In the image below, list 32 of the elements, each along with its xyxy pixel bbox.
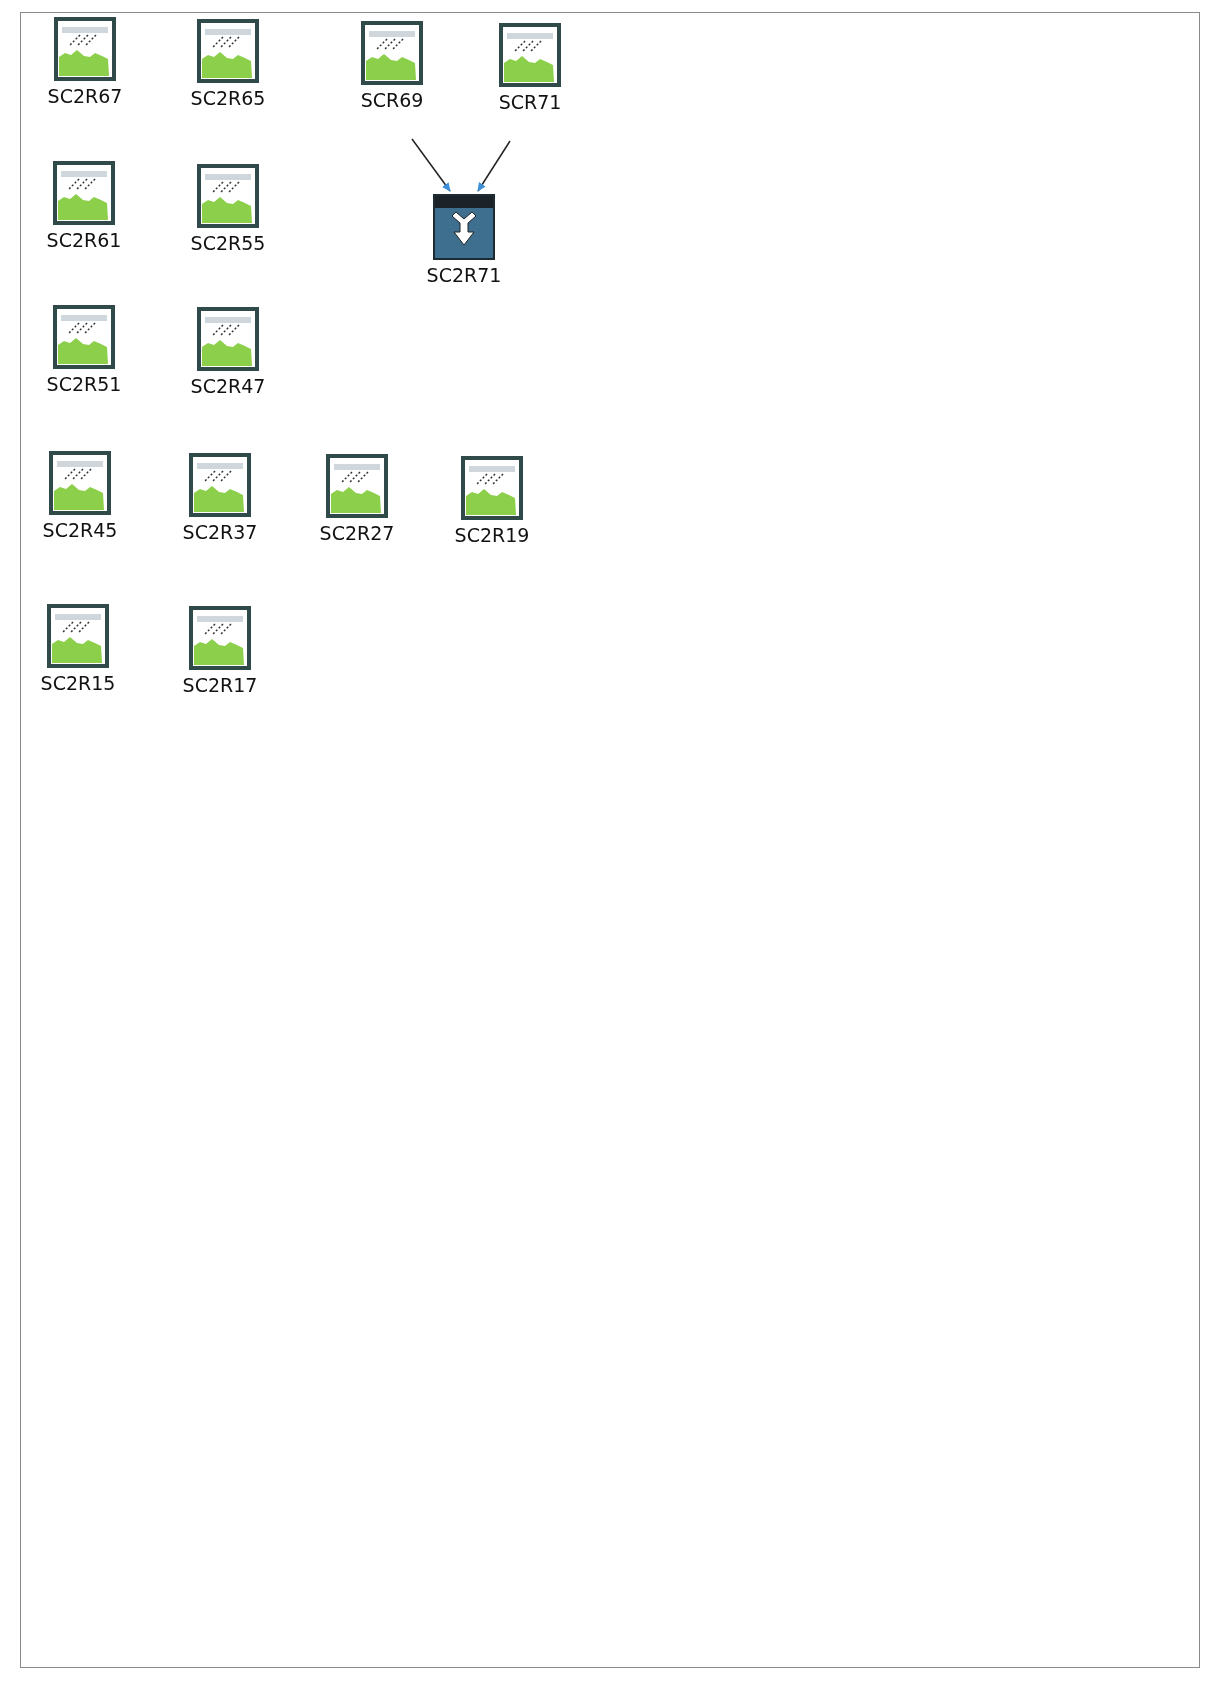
node-label: SC2R17 <box>182 674 258 696</box>
node-label: SC2R15 <box>40 672 116 694</box>
node-label: SC2R51 <box>46 373 122 395</box>
raster-icon <box>499 23 561 87</box>
node-label: SC2R65 <box>190 87 266 109</box>
raster-icon <box>47 604 109 668</box>
node-label: SC2R61 <box>46 229 122 251</box>
node-label: SC2R27 <box>319 522 395 544</box>
node-label: SCR71 <box>498 91 562 113</box>
raster-icon <box>326 454 388 518</box>
raster-icon <box>53 305 115 369</box>
node-label: SC2R45 <box>42 519 118 541</box>
node-label: SC2R37 <box>182 521 258 543</box>
raster-icon <box>54 17 116 81</box>
raster-icon <box>189 453 251 517</box>
node-label: SC2R55 <box>190 232 266 254</box>
merge-tool-icon <box>433 194 495 260</box>
raster-icon <box>361 21 423 85</box>
node-label: SCR69 <box>360 89 424 111</box>
raster-icon <box>189 606 251 670</box>
node-label: SC2R67 <box>47 85 123 107</box>
raster-icon <box>461 456 523 520</box>
raster-icon <box>197 19 259 83</box>
node-label: SC2R19 <box>454 524 530 546</box>
connector-arrow <box>411 138 451 192</box>
connector-arrow <box>477 140 511 192</box>
raster-icon <box>49 451 111 515</box>
node-label: SC2R47 <box>190 375 266 397</box>
raster-icon <box>197 307 259 371</box>
node-label: SC2R71 <box>426 264 502 286</box>
raster-icon <box>197 164 259 228</box>
raster-icon <box>53 161 115 225</box>
